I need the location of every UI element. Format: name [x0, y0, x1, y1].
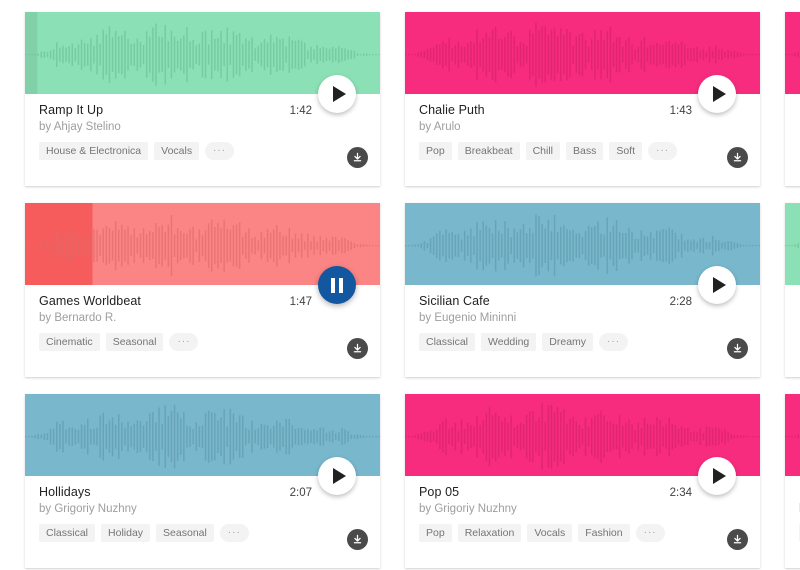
play-button[interactable]	[318, 457, 356, 495]
tag-chip[interactable]: Wedding	[481, 333, 537, 351]
download-icon	[353, 152, 362, 162]
track-meta: Pop 05by Grigoriy Nuzhny2:34PopRelaxatio…	[785, 476, 800, 568]
tag-list: House & Electronica Vocals ···	[39, 142, 366, 160]
track-duration: 2:28	[669, 296, 692, 308]
tag-chip[interactable]: Relaxation	[457, 524, 522, 542]
tag-chip[interactable]: Fashion	[578, 524, 630, 542]
play-icon	[712, 468, 726, 484]
track-card[interactable]: Pop 05by Grigoriy Nuzhny2:34PopRelaxatio…	[785, 394, 800, 568]
tag-chip[interactable]: Pop	[419, 524, 452, 542]
tag-chip[interactable]: Classical	[419, 333, 476, 351]
track-title[interactable]: Ramp It Up	[39, 102, 366, 118]
download-button[interactable]	[347, 529, 368, 550]
track-title[interactable]: Chalie Puth	[419, 102, 746, 118]
tag-list: Pop Breakbeat Chill Bass Soft ···	[419, 142, 746, 160]
track-title[interactable]: Hollidays	[39, 484, 366, 500]
download-button[interactable]	[727, 147, 748, 168]
track-title[interactable]: Games Worldbeat	[39, 293, 366, 309]
track-card[interactable]: Chalie Puth by Arulo 1:43 Pop Breakbeat Chill…	[405, 12, 760, 186]
track-artist[interactable]: by Ahjay Stelino	[39, 119, 366, 135]
play-button[interactable]	[698, 457, 736, 495]
more-ellipsis-icon[interactable]: ···	[635, 524, 665, 542]
track-card[interactable]	[785, 12, 800, 186]
play-icon	[712, 277, 726, 293]
pause-button[interactable]	[318, 266, 356, 304]
track-artist[interactable]: by Arulo	[419, 119, 746, 135]
tag-chip[interactable]: Vocals	[527, 524, 573, 542]
tag-chip[interactable]: Pop	[419, 142, 452, 160]
waveform[interactable]	[785, 203, 800, 285]
tag-chip[interactable]: Classical	[39, 524, 96, 542]
more-ellipsis-icon[interactable]: ···	[205, 142, 235, 160]
play-button[interactable]	[698, 75, 736, 113]
track-title[interactable]: Pop 05	[419, 484, 746, 500]
download-button[interactable]	[347, 338, 368, 359]
more-ellipsis-icon[interactable]: ···	[648, 142, 678, 160]
tag-chip[interactable]: Holiday	[101, 524, 151, 542]
download-icon	[733, 152, 742, 162]
track-card[interactable]: Pop 05by Grigoriy Nuzhny 2:34 Pop Relaxatio…	[405, 394, 760, 568]
tag-chip[interactable]: House & Electronica	[39, 142, 149, 160]
track-artist[interactable]: by Eugenio Mininni	[419, 310, 746, 326]
play-icon	[332, 86, 346, 102]
tag-list: Classical Holiday Seasonal ···	[39, 524, 366, 542]
tag-chip[interactable]: Cinematic	[39, 333, 100, 351]
tag-chip[interactable]: Seasonal	[156, 524, 214, 542]
track-artist[interactable]: by Grigoriy Nuzhny	[419, 501, 746, 517]
tag-chip[interactable]: Soft	[609, 142, 643, 160]
tag-chip[interactable]: Breakbeat	[457, 142, 520, 160]
tag-chip[interactable]: Chill	[525, 142, 560, 160]
track-artist[interactable]: by Grigoriy Nuzhny	[39, 501, 366, 517]
track-title[interactable]: Sicilian Cafe	[419, 293, 746, 309]
download-icon	[733, 343, 742, 353]
play-icon	[712, 86, 726, 102]
tag-chip[interactable]: Bass	[565, 142, 604, 160]
download-button[interactable]	[347, 147, 368, 168]
download-icon	[353, 343, 362, 353]
download-button[interactable]	[727, 338, 748, 359]
download-icon	[353, 534, 362, 544]
waveform[interactable]	[785, 394, 800, 476]
play-button[interactable]	[318, 75, 356, 113]
tag-chip[interactable]: Vocals	[154, 142, 200, 160]
download-button[interactable]	[727, 529, 748, 550]
pause-icon	[331, 277, 343, 293]
tag-chip[interactable]: Dreamy	[542, 333, 594, 351]
track-artist[interactable]: by Bernardo R.	[39, 310, 366, 326]
more-ellipsis-icon[interactable]: ···	[219, 524, 249, 542]
tag-list: Pop Relaxation Vocals Fashion ···	[419, 524, 746, 542]
track-card[interactable]: Ramp It Up by Ahjay Stelino 1:42 House & El…	[25, 12, 380, 186]
track-card-grid: Ramp It Up by Ahjay Stelino 1:42 House & El…	[0, 0, 800, 570]
track-duration: 1:47	[289, 296, 312, 308]
track-duration: 2:07	[289, 487, 312, 499]
more-ellipsis-icon[interactable]: ···	[169, 333, 199, 351]
download-icon	[733, 534, 742, 544]
waveform[interactable]	[785, 12, 800, 94]
tag-chip[interactable]: Seasonal	[105, 333, 164, 351]
track-card[interactable]: Sicilian Cafe by Eugenio Mininni 2:28 Class…	[405, 203, 760, 377]
play-icon	[332, 468, 346, 484]
tag-list: Classical Wedding Dreamy ···	[419, 333, 746, 351]
track-card[interactable]: Hollidays by Grigoriy Nuzhny 2:07 Classical…	[25, 394, 380, 568]
tag-list: Cinematic Seasonal ···	[39, 333, 366, 351]
track-duration: 2:34	[669, 487, 692, 499]
track-card[interactable]	[785, 203, 800, 377]
track-duration: 1:42	[289, 105, 312, 117]
track-card[interactable]: Games Worldbeat by Bernardo R. 1:47 Cinemat…	[25, 203, 380, 377]
more-ellipsis-icon[interactable]: ···	[599, 333, 629, 351]
play-button[interactable]	[698, 266, 736, 304]
track-duration: 1:43	[669, 105, 692, 117]
